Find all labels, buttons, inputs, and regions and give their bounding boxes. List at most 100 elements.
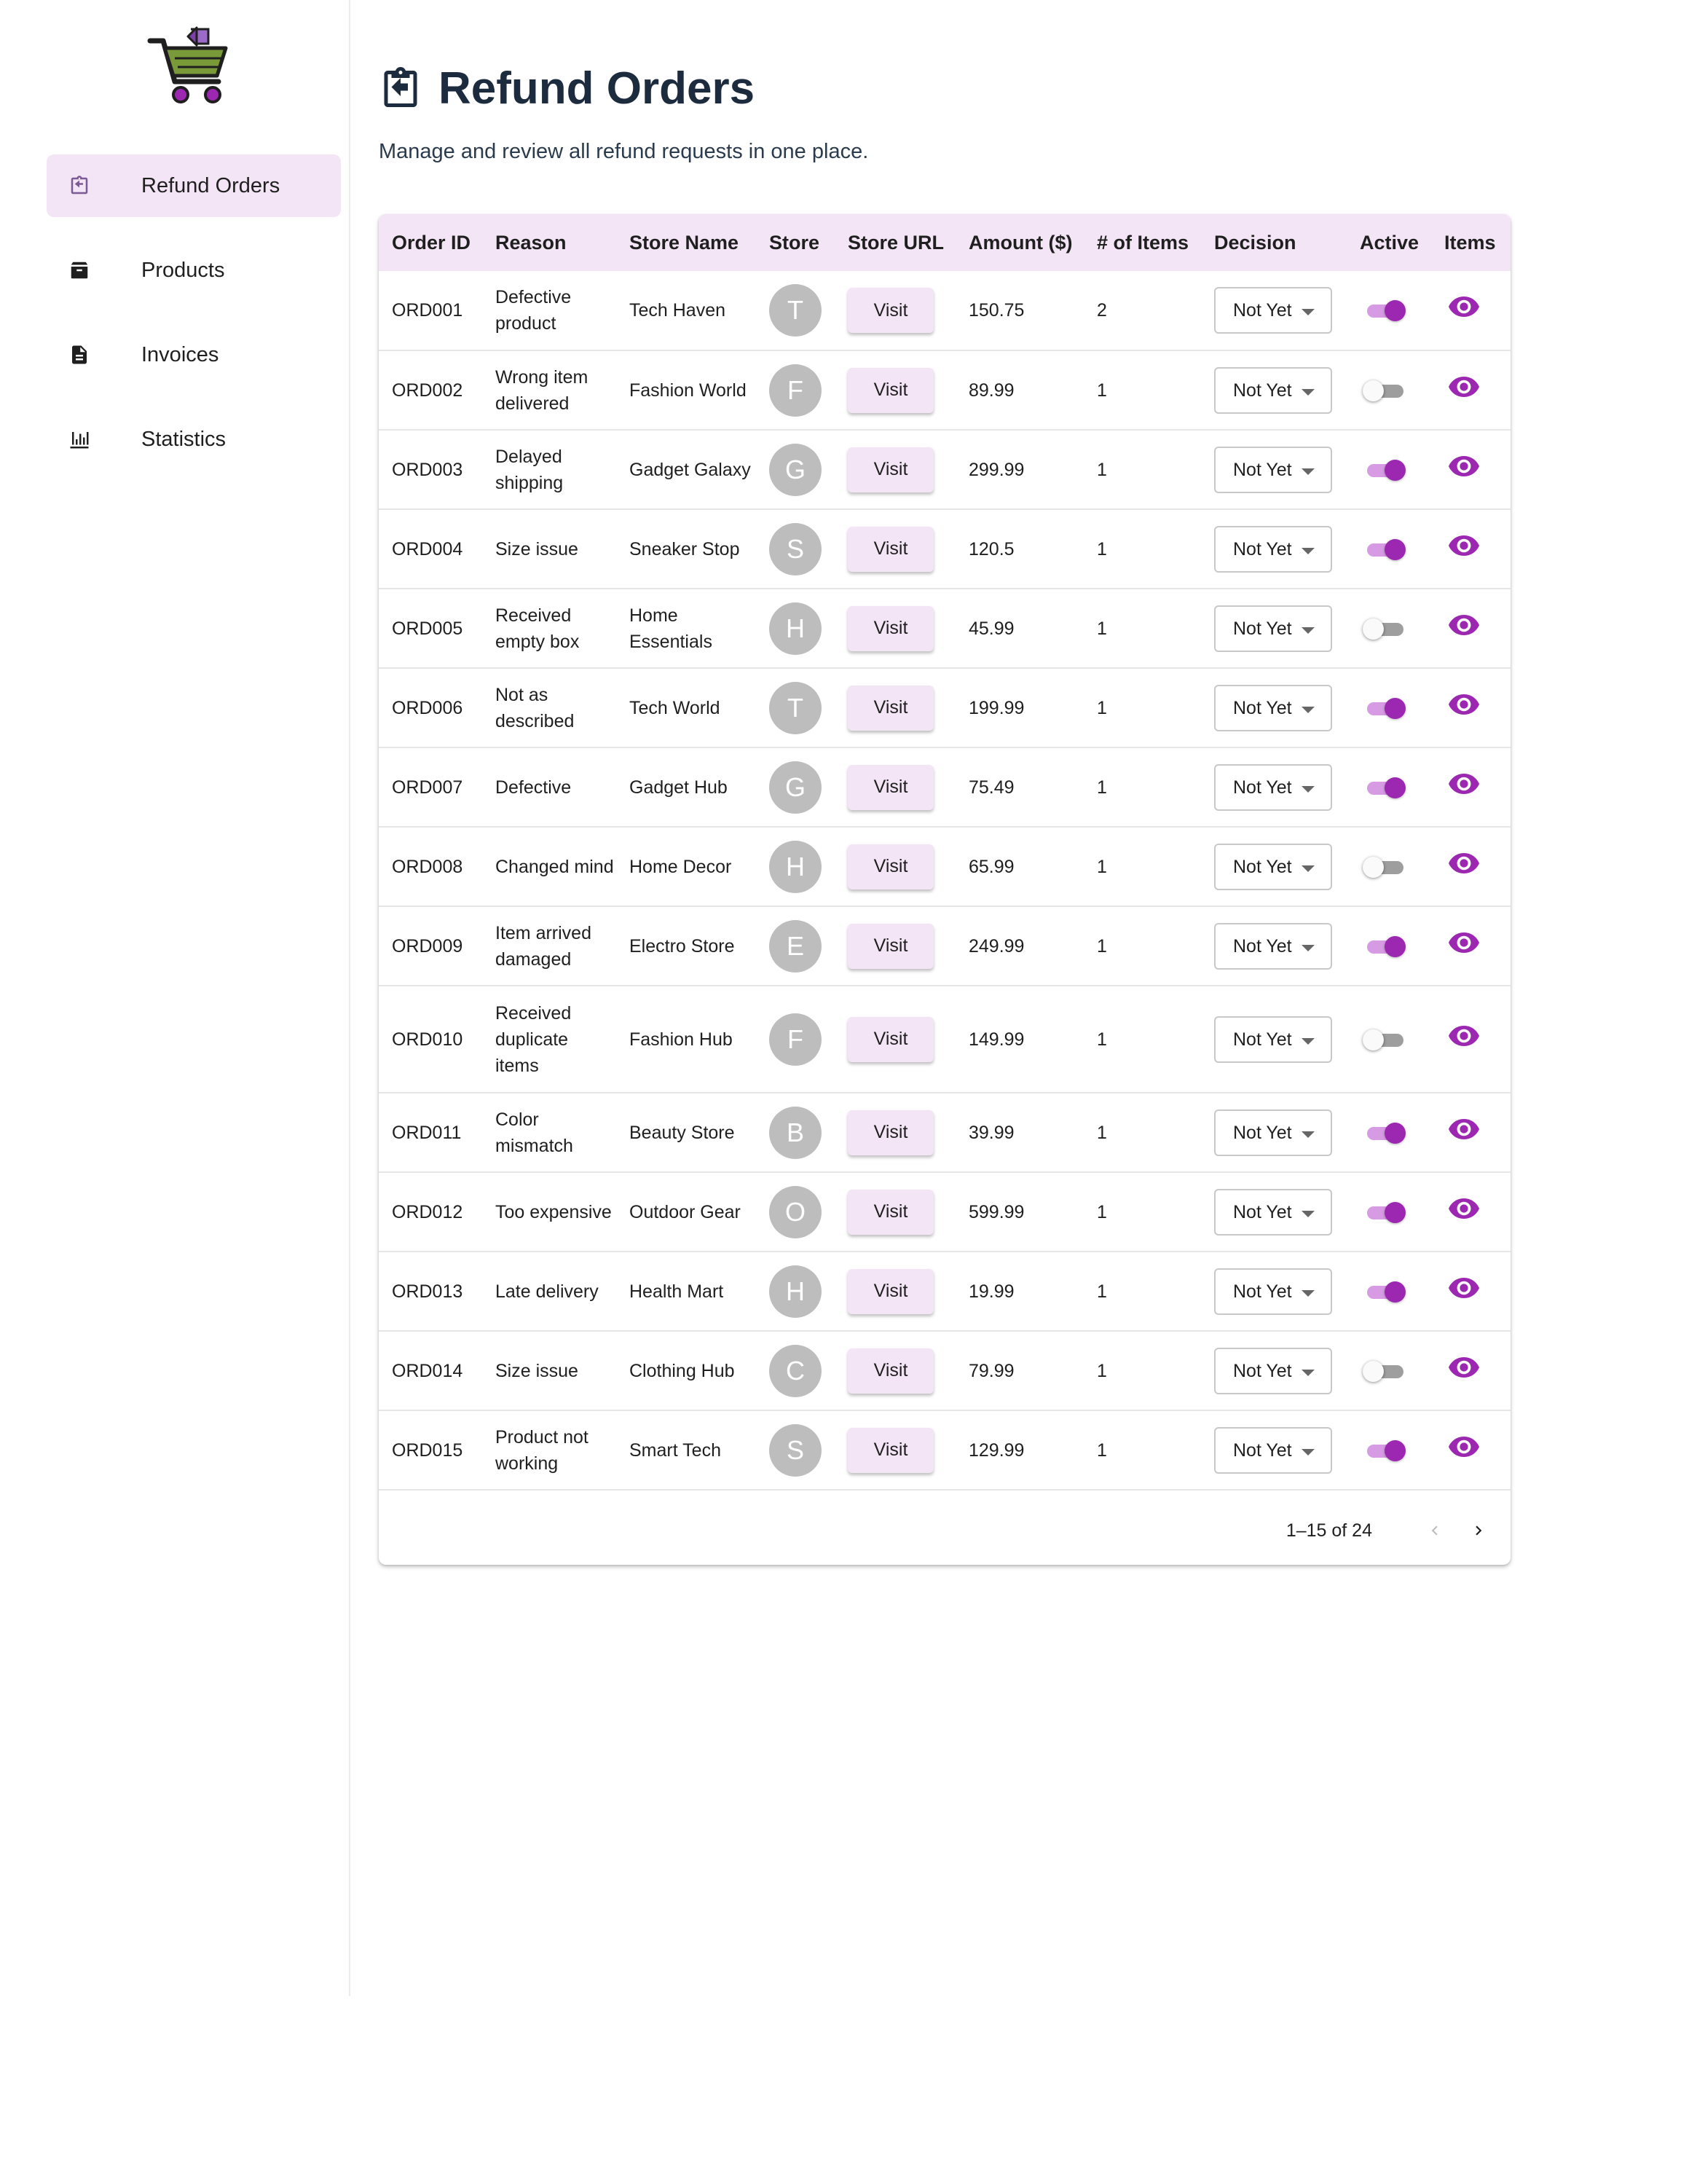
decision-select[interactable]: Not Yet — [1214, 684, 1332, 731]
previous-page-button[interactable] — [1413, 1509, 1457, 1552]
decision-cell: Not Yet — [1201, 906, 1347, 986]
sidebar-item-refund-orders[interactable]: Refund Orders — [47, 154, 341, 217]
active-toggle[interactable] — [1360, 773, 1411, 802]
view-items-eye-icon[interactable] — [1449, 455, 1479, 477]
visit-store-button[interactable]: Visit — [848, 1427, 934, 1473]
decision-select[interactable]: Not Yet — [1214, 605, 1332, 652]
view-items-eye-icon[interactable] — [1449, 1277, 1479, 1299]
sidebar-item-invoices[interactable]: Invoices — [47, 323, 341, 386]
view-items-eye-icon[interactable] — [1449, 296, 1479, 318]
next-page-button[interactable] — [1457, 1509, 1500, 1552]
visit-store-button[interactable]: Visit — [848, 764, 934, 810]
active-toggle[interactable] — [1360, 932, 1411, 961]
amount-cell: 249.99 — [956, 906, 1084, 986]
visit-store-button[interactable]: Visit — [848, 288, 934, 333]
active-toggle[interactable] — [1360, 1198, 1411, 1227]
decision-select[interactable]: Not Yet — [1214, 366, 1332, 414]
store-avatar: G — [769, 443, 822, 496]
decision-select[interactable]: Not Yet — [1214, 1016, 1332, 1063]
store-url-cell: Visit — [835, 1410, 956, 1490]
decision-select[interactable]: Not Yet — [1214, 1347, 1332, 1394]
view-items-eye-icon[interactable] — [1449, 376, 1479, 398]
visit-store-button[interactable]: Visit — [848, 1268, 934, 1314]
visit-store-button[interactable]: Visit — [848, 1348, 934, 1394]
table-row: ORD003 Delayed shipping Gadget Galaxy G Visi… — [379, 430, 1511, 510]
active-toggle[interactable] — [1360, 376, 1411, 405]
visit-store-button[interactable]: Visit — [848, 844, 934, 889]
decision-select[interactable]: Not Yet — [1214, 1188, 1332, 1236]
active-toggle[interactable] — [1360, 614, 1411, 643]
table-row: ORD002 Wrong item delivered Fashion World F… — [379, 350, 1511, 431]
column-header: Order ID — [392, 231, 471, 254]
decision-select[interactable]: Not Yet — [1214, 1426, 1332, 1474]
active-toggle[interactable] — [1360, 694, 1411, 723]
items-cell — [1431, 668, 1511, 748]
visit-store-button[interactable]: Visit — [848, 605, 934, 651]
decision-select[interactable]: Not Yet — [1214, 922, 1332, 970]
active-toggle[interactable] — [1360, 535, 1411, 564]
column-header: Store — [769, 231, 820, 254]
visit-store-button[interactable]: Visit — [848, 923, 934, 969]
item-count-cell: 1 — [1084, 1093, 1201, 1173]
active-toggle[interactable] — [1360, 1118, 1411, 1147]
decision-select[interactable]: Not Yet — [1214, 446, 1332, 493]
visit-store-button[interactable]: Visit — [848, 1016, 934, 1062]
dropdown-caret-icon — [1302, 1131, 1315, 1138]
visit-store-button[interactable]: Visit — [848, 685, 934, 731]
visit-store-button[interactable]: Visit — [848, 1189, 934, 1235]
view-items-eye-icon[interactable] — [1449, 694, 1479, 715]
store-cell: G — [756, 430, 835, 510]
decision-value: Not Yet — [1233, 1360, 1292, 1381]
view-items-eye-icon[interactable] — [1449, 932, 1479, 954]
view-items-eye-icon[interactable] — [1449, 1436, 1479, 1458]
store-cell: H — [756, 589, 835, 669]
active-toggle[interactable] — [1360, 852, 1411, 881]
visit-store-button[interactable]: Visit — [848, 447, 934, 492]
decision-value: Not Yet — [1233, 538, 1292, 559]
visit-store-button[interactable]: Visit — [848, 526, 934, 572]
view-items-eye-icon[interactable] — [1449, 1356, 1479, 1378]
view-items-eye-icon[interactable] — [1449, 1025, 1479, 1047]
visit-store-button[interactable]: Visit — [848, 1109, 934, 1155]
page-header: Refund Orders — [379, 63, 755, 114]
view-items-eye-icon[interactable] — [1449, 1118, 1479, 1140]
view-items-eye-icon[interactable] — [1449, 852, 1479, 874]
reason-cell: Not as described — [482, 668, 616, 748]
table-row: ORD008 Changed mind Home Decor H Visit 65.99 1… — [379, 827, 1511, 907]
store-avatar: O — [769, 1185, 822, 1238]
active-toggle[interactable] — [1360, 1025, 1411, 1054]
decision-select[interactable]: Not Yet — [1214, 843, 1332, 890]
store-name-cell: Home Essentials — [616, 589, 756, 669]
view-items-eye-icon[interactable] — [1449, 614, 1479, 636]
sidebar-item-products[interactable]: Products — [47, 239, 341, 302]
order-id-cell: ORD006 — [379, 668, 482, 748]
store-name-cell: Sneaker Stop — [616, 509, 756, 589]
view-items-eye-icon[interactable] — [1449, 535, 1479, 557]
visit-store-button[interactable]: Visit — [848, 367, 934, 413]
items-cell — [1431, 1172, 1511, 1252]
active-toggle[interactable] — [1360, 1356, 1411, 1386]
decision-value: Not Yet — [1233, 1439, 1292, 1461]
decision-select[interactable]: Not Yet — [1214, 287, 1332, 334]
decision-select[interactable]: Not Yet — [1214, 763, 1332, 811]
active-toggle[interactable] — [1360, 296, 1411, 325]
active-toggle[interactable] — [1360, 455, 1411, 484]
decision-select[interactable]: Not Yet — [1214, 1268, 1332, 1315]
decision-select[interactable]: Not Yet — [1214, 1109, 1332, 1156]
dropdown-caret-icon — [1302, 1369, 1315, 1376]
view-items-eye-icon[interactable] — [1449, 1198, 1479, 1219]
column-header: # of Items — [1097, 231, 1189, 254]
view-items-eye-icon[interactable] — [1449, 773, 1479, 795]
decision-value: Not Yet — [1233, 459, 1292, 480]
active-toggle[interactable] — [1360, 1436, 1411, 1465]
reason-cell: Received empty box — [482, 589, 616, 669]
order-id-cell: ORD015 — [379, 1410, 482, 1490]
amount-cell: 65.99 — [956, 827, 1084, 907]
toggle-thumb — [1363, 618, 1384, 640]
amount-cell: 599.99 — [956, 1172, 1084, 1252]
dropdown-caret-icon — [1302, 547, 1315, 554]
sidebar-item-statistics[interactable]: Statistics — [47, 408, 341, 471]
active-toggle[interactable] — [1360, 1277, 1411, 1306]
decision-select[interactable]: Not Yet — [1214, 525, 1332, 573]
items-cell — [1431, 350, 1511, 431]
